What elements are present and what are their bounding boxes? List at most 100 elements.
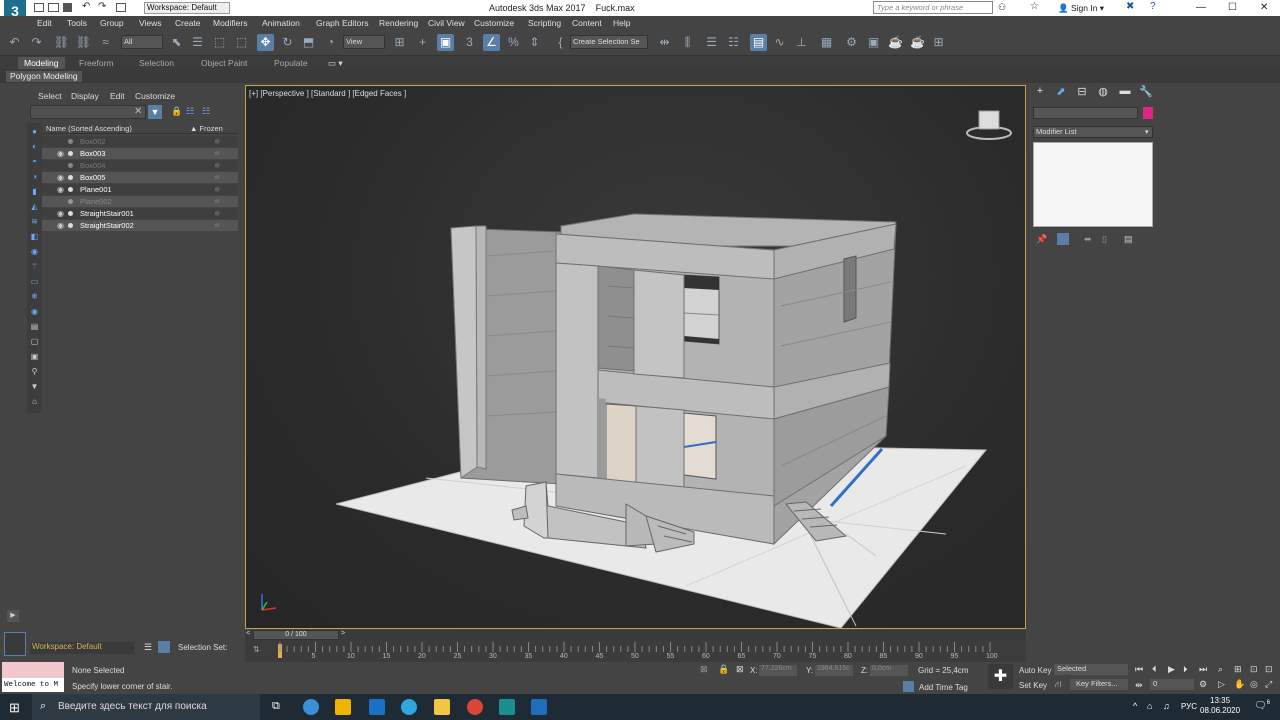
freeze-icon[interactable]: ❄ — [214, 196, 220, 207]
display-geometry-icon[interactable]: ◐ — [29, 141, 40, 152]
expand-arrow-icon[interactable]: ▶ — [7, 610, 19, 622]
auto-key-select[interactable]: Selected — [1054, 664, 1128, 675]
tab-selection[interactable]: Selection — [139, 58, 174, 68]
hierarchy-tab-icon[interactable]: ⊟ — [1075, 85, 1089, 99]
selection-set-icon[interactable] — [158, 641, 170, 653]
keyboard-shortcut-icon[interactable]: + — [414, 34, 431, 51]
workspace-select[interactable]: Workspace: Default — [30, 642, 134, 654]
menu-scripting[interactable]: Scripting — [528, 18, 561, 28]
modify-tab-icon[interactable]: ⬈ — [1054, 85, 1068, 99]
next-key-icon[interactable]: ⏵ — [1183, 664, 1188, 675]
menu-help[interactable]: Help — [613, 18, 630, 28]
eye-icon[interactable]: ◉ — [57, 172, 65, 183]
menu-content[interactable]: Content — [572, 18, 602, 28]
create-tab-icon[interactable]: + — [1033, 85, 1047, 99]
prev-frame-icon[interactable]: < — [246, 630, 250, 637]
isolate-icon[interactable]: ⊠ — [700, 664, 708, 675]
3dsmax-taskbar-icon[interactable] — [499, 699, 515, 715]
render-setup-icon[interactable]: ⚙ — [843, 34, 860, 51]
display-cameras-icon[interactable]: ▮ — [29, 186, 40, 197]
explorer-icon[interactable] — [434, 699, 450, 715]
menu-edit[interactable]: Edit — [37, 18, 52, 28]
snap-3d-icon[interactable]: 3 — [461, 34, 478, 51]
percent-snap-icon[interactable]: % — [505, 34, 522, 51]
placement-icon[interactable]: ◔ — [322, 34, 339, 51]
help-search-input[interactable]: Type a keyword or phrase — [873, 1, 993, 14]
orbit-icon[interactable]: ◎ — [1250, 679, 1258, 690]
save-file-icon[interactable] — [63, 3, 72, 12]
add-time-tag[interactable]: Add Time Tag — [919, 683, 968, 692]
list-item[interactable]: ◉ StraightStair001 ❄ — [42, 208, 238, 219]
menu-civil-view[interactable]: Civil View — [428, 18, 465, 28]
freeze-icon[interactable]: ❄ — [214, 136, 220, 147]
menu-group[interactable]: Group — [100, 18, 124, 28]
chevron-down-icon[interactable]: ▾ — [1145, 128, 1149, 136]
edit-named-selection-icon[interactable]: { — [552, 34, 569, 51]
star-icon[interactable]: ☆ — [1030, 1, 1039, 12]
layer-explorer-icon[interactable]: ☷ — [725, 34, 742, 51]
object-color-swatch[interactable] — [1143, 107, 1153, 119]
play-icon[interactable]: ▶ — [1168, 664, 1175, 675]
tab-object-paint[interactable]: Object Paint — [201, 58, 247, 68]
filter-down-icon[interactable]: ▼ — [29, 381, 40, 392]
align-icon[interactable]: ⫼ — [679, 34, 696, 51]
zoom-extents-all-icon[interactable]: ⊡ — [1265, 664, 1273, 675]
mail-icon[interactable] — [369, 699, 385, 715]
eye-icon[interactable]: ◉ — [57, 148, 65, 159]
z-coordinate-field[interactable]: 0,0cm — [870, 665, 908, 676]
time-slider-thumb[interactable]: 0 / 100 — [253, 630, 339, 640]
bind-space-warp-icon[interactable]: ≈ — [97, 34, 114, 51]
angle-snap-icon[interactable]: ∠ — [483, 34, 500, 51]
display-hidden-icon[interactable]: ◉ — [29, 306, 40, 317]
motion-tab-icon[interactable]: ◍ — [1096, 85, 1110, 99]
time-tag-icon[interactable] — [903, 681, 914, 692]
hierarchy-icon[interactable]: ☷ — [186, 106, 194, 117]
undo-icon[interactable]: ↶ — [82, 1, 90, 12]
zoom-icon[interactable]: ⌕ — [1218, 664, 1223, 675]
freeze-icon[interactable]: ❄ — [214, 172, 220, 183]
remove-modifier-icon[interactable]: ▯ — [1102, 234, 1107, 245]
chrome-icon[interactable] — [467, 699, 483, 715]
menu-create[interactable]: Create — [175, 18, 201, 28]
tab-freeform[interactable]: Freeform — [79, 58, 113, 68]
zoom-all-icon[interactable]: ⊞ — [1234, 664, 1242, 675]
list-item[interactable]: Box004 ❄ — [42, 160, 238, 171]
store-icon[interactable] — [335, 699, 351, 715]
tray-up-icon[interactable]: ^ — [1133, 701, 1137, 711]
menu-rendering[interactable]: Rendering — [379, 18, 418, 28]
binoculars-icon[interactable]: ⚇ — [998, 2, 1006, 13]
col-frozen[interactable]: ▲ Frozen — [190, 124, 223, 133]
display-shapes-icon[interactable]: ◓ — [29, 156, 40, 167]
list-item[interactable]: ◉ Box003 ❄ — [42, 148, 238, 159]
ribbon-toggle-icon[interactable]: ▤ — [750, 34, 767, 51]
display-spacewarps-icon[interactable]: ≋ — [29, 216, 40, 227]
make-unique-icon[interactable]: ⬌ — [1084, 234, 1092, 245]
tab-populate[interactable]: Populate — [274, 58, 308, 68]
windows-start-icon[interactable]: ⊞ — [9, 700, 20, 716]
maximize-viewport-icon[interactable]: ⤢ — [1265, 679, 1272, 690]
show-end-result-icon[interactable] — [1057, 233, 1069, 245]
display-containers-icon[interactable]: ▭ — [29, 276, 40, 287]
pivot-center-icon[interactable]: ⊞ — [391, 34, 408, 51]
layers-icon[interactable]: ☰ — [144, 642, 152, 653]
help-icon[interactable]: ? — [1150, 1, 1156, 12]
pin-stack-icon[interactable]: 📌 — [1036, 234, 1047, 245]
named-selection-select[interactable]: Create Selection Se — [570, 35, 648, 49]
render-cloud-icon[interactable]: ⊞ — [930, 34, 947, 51]
list-item[interactable]: ◉ Plane001 ❄ — [42, 184, 238, 195]
zoom-extents-icon[interactable]: ⊡ — [1250, 664, 1258, 675]
viewport-layout-icon[interactable] — [4, 632, 26, 656]
selection-filter-select[interactable]: All — [121, 35, 163, 49]
display-xrefs-icon[interactable]: ◉ — [29, 246, 40, 257]
ribbon-options-icon[interactable]: ▭ ▾ — [328, 58, 343, 69]
tab-modeling[interactable]: Modeling — [18, 57, 65, 69]
rotate-icon[interactable]: ↻ — [279, 34, 296, 51]
new-file-icon[interactable] — [34, 3, 44, 12]
key-filters-button[interactable]: Key Filters... — [1070, 679, 1128, 690]
list-item[interactable]: Box002 ❄ — [42, 136, 238, 147]
undo-icon[interactable]: ↶ — [6, 34, 23, 51]
redo-icon[interactable]: ↷ — [28, 34, 45, 51]
display-helpers-icon[interactable]: ◭ — [29, 201, 40, 212]
exchange-icon[interactable]: ✖ — [1126, 1, 1134, 12]
filter-settings-icon[interactable]: ⌂ — [29, 396, 40, 407]
